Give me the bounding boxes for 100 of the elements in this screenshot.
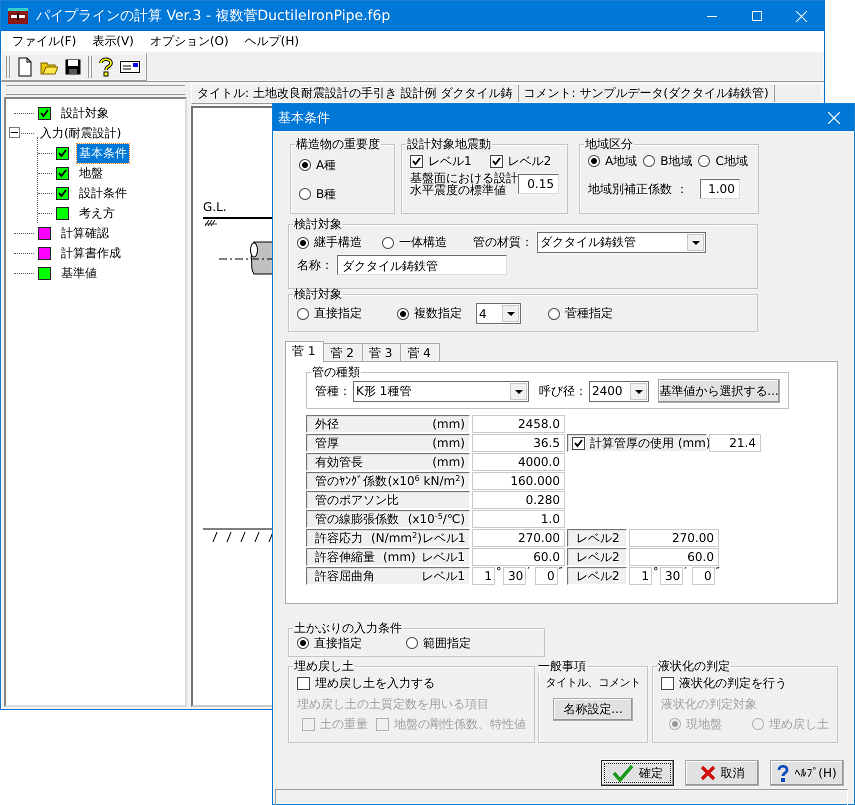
input-field[interactable]: 1.00 (700, 179, 740, 199)
checkbox[interactable]: 計算管厚の使用 (mm) (572, 435, 711, 451)
radio-button[interactable]: 複数指定 (397, 306, 462, 322)
window-title: パイプラインの計算 Ver.3 - 複数菅DuctileIronPipe.f6p (36, 7, 392, 25)
radio-button[interactable]: 一体構造 (382, 234, 447, 250)
panel-grip[interactable] (6, 85, 185, 95)
select-button[interactable]: 基準値から選択する... (658, 379, 780, 403)
angle-mark: ′ (527, 567, 531, 577)
name-settings-button[interactable]: 名称設定... (553, 698, 633, 721)
menu-item[interactable]: ヘルプ(H) (236, 33, 308, 50)
help-icon (777, 764, 790, 782)
row-label: 有効管長 (315, 454, 363, 470)
title-label: タイトル: 土地改良耐震設計の手引き 設計例 ダクタイル鋳 (192, 85, 518, 102)
value-cell[interactable]: 1 (472, 567, 495, 585)
unit-label: (mm) (432, 417, 465, 431)
menu-item[interactable]: 表示(V) (84, 33, 142, 50)
tree-item[interactable]: 設計条件 (77, 184, 129, 202)
close-icon (796, 10, 807, 22)
menu-item[interactable]: ファイル(F) (4, 33, 84, 50)
tab[interactable]: 菅 4 (400, 343, 440, 361)
row-label: 外径 (315, 416, 339, 432)
radio-button[interactable]: 直接指定 (297, 306, 362, 322)
tab[interactable]: 菅 2 (323, 343, 363, 361)
row-label: 管厚 (315, 434, 339, 452)
value-cell[interactable]: 60.0 (472, 548, 565, 566)
ground-level-label: G.L. (203, 200, 227, 214)
value-cell[interactable]: 4000.0 (472, 453, 565, 471)
row-label: 管のポアソン比 (315, 492, 399, 508)
value-cell[interactable]: 21.4 (709, 434, 761, 452)
dropdown[interactable]: 4 (476, 303, 521, 324)
menu-item[interactable]: オプション(O) (142, 33, 237, 50)
tree-item[interactable]: 計算確認 (59, 224, 111, 242)
general-text: タイトル、コメント (545, 675, 641, 690)
radio-button[interactable]: C地域 (698, 153, 748, 169)
value-cell[interactable]: 1 (629, 567, 652, 585)
value-cell[interactable]: 0 (534, 567, 558, 585)
help-icon[interactable] (99, 56, 113, 76)
dropdown[interactable]: K形 1種管 (353, 380, 529, 402)
unit-label: (x10$^{6}$ kN/m$^{2}$) (388, 474, 465, 488)
group-label: 埋め戻し土 (293, 659, 355, 673)
level-label: レベル1 (421, 548, 465, 566)
factor-label: 地域別補正係数 ： (588, 180, 688, 198)
radio-button[interactable]: B種 (299, 186, 336, 202)
help-button[interactable]: ﾍﾙﾌﾟ(H) (770, 760, 844, 786)
level-label: レベル2 (576, 568, 620, 584)
new-file-icon[interactable] (17, 56, 33, 76)
collapse-toggle[interactable] (9, 127, 20, 138)
value-cell[interactable]: 2458.0 (472, 415, 565, 433)
value-cell[interactable]: 0 (692, 567, 715, 585)
app-icon (8, 8, 28, 24)
cancel-button[interactable]: 取消 (685, 760, 759, 786)
value-cell[interactable]: 270.00 (629, 529, 719, 547)
tab[interactable]: 菅 1 (285, 341, 324, 362)
radio-button[interactable]: A種 (299, 157, 336, 173)
comment-label: コメント: サンプルデータ(ダクタイル鋳鉄管) (518, 85, 775, 102)
input-field[interactable]: 0.15 (518, 174, 559, 194)
tree-item[interactable]: 設計対象 (59, 104, 111, 122)
dropdown[interactable]: 2400 (589, 380, 649, 402)
unit-label: (N/mm$^{2}$) (371, 531, 422, 545)
diameter-label: 呼び径： (539, 382, 587, 400)
checkbox[interactable]: レベル1 (410, 153, 472, 169)
tree-item[interactable]: 地盤 (77, 164, 105, 182)
value-cell[interactable]: 0.280 (472, 491, 565, 509)
hint-label: 埋め戻し土の土質定数を用いる項目 (297, 696, 490, 713)
radio-button[interactable]: 範囲指定 (406, 635, 471, 651)
radio-button[interactable]: B地域 (643, 153, 692, 169)
value-cell[interactable]: 60.0 (629, 548, 719, 566)
radio-button[interactable]: A地域 (588, 153, 638, 169)
tree-item[interactable]: 入力(耐震設計) (38, 124, 124, 142)
ok-button[interactable]: 確定 (601, 760, 674, 786)
cross-icon (700, 765, 716, 781)
value-cell[interactable]: 30 (503, 567, 526, 585)
dropdown[interactable]: ダクタイル鋳鉄管 (537, 232, 706, 253)
unit-label: (mm) (432, 455, 465, 469)
tree-item[interactable]: 考え方 (77, 204, 117, 222)
checkbox[interactable]: 液状化の判定を行う (661, 675, 829, 691)
tab[interactable]: 菅 3 (362, 343, 402, 361)
radio-button[interactable]: 直接指定 (297, 635, 362, 651)
value-cell[interactable]: 30 (660, 567, 684, 585)
row-label: 許容応力 (315, 530, 363, 546)
check-icon (612, 764, 634, 782)
tree-item[interactable]: 基準値 (59, 264, 99, 282)
save-icon[interactable] (65, 58, 81, 74)
value-cell[interactable]: 36.5 (472, 434, 565, 452)
angle-mark: ° (653, 567, 660, 577)
radio-button[interactable]: 継手構造 (297, 234, 362, 250)
group-label: 構造物の重要度 (295, 137, 381, 151)
checkbox[interactable]: レベル2 (490, 153, 552, 169)
value-cell[interactable]: 1.0 (472, 510, 565, 528)
angle-mark: ° (496, 567, 502, 577)
value-cell[interactable]: 270.00 (472, 529, 565, 547)
checkbox[interactable]: 埋め戻し土を入力する (297, 675, 526, 691)
maximize-icon (752, 11, 762, 21)
input-field[interactable]: ダクタイル鋳鉄管 (337, 255, 507, 275)
tree-item[interactable]: 計算書作成 (59, 244, 123, 262)
tree-item[interactable]: 基本条件 (77, 144, 129, 162)
value-cell[interactable]: 160.000 (472, 472, 565, 490)
radio-button[interactable]: 菅種指定 (548, 306, 613, 322)
group-label: 検討対象 (293, 287, 343, 301)
card-icon[interactable] (120, 60, 140, 74)
